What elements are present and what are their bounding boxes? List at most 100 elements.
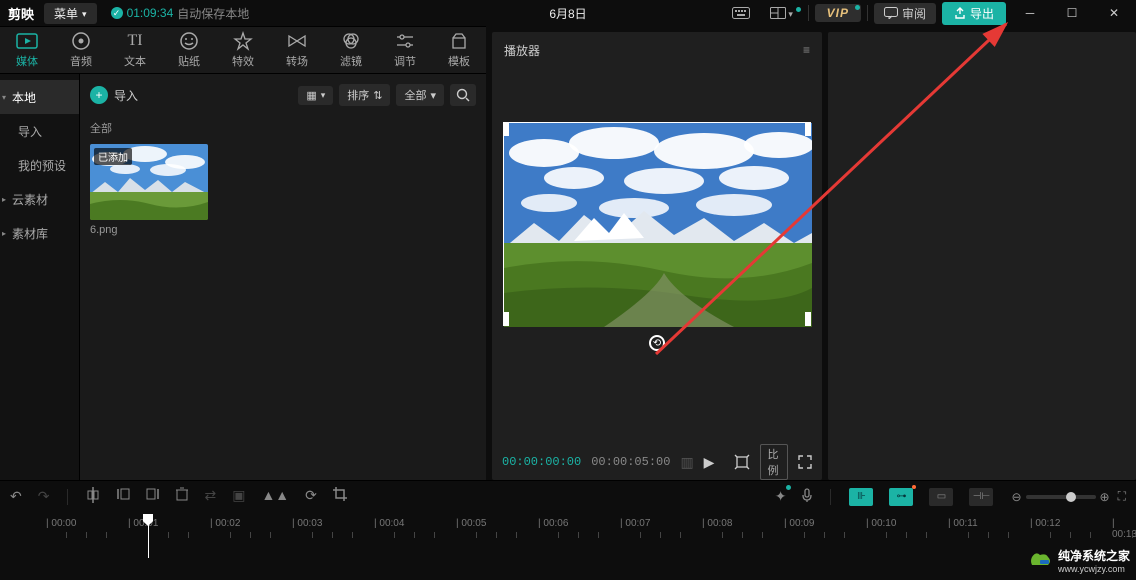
sort-icon: ⇅: [373, 89, 382, 102]
sort-label: 排序: [347, 87, 369, 103]
tab-template[interactable]: 模板: [432, 26, 486, 74]
video-frame[interactable]: ⟲: [503, 122, 811, 326]
play-button[interactable]: ▶: [704, 454, 715, 471]
check-icon: ✓: [111, 7, 123, 19]
view-grid-button[interactable]: ▦: [298, 86, 333, 105]
export-icon: [954, 7, 966, 19]
keyboard-icon[interactable]: [726, 2, 756, 24]
tab-adjust[interactable]: 调节: [378, 26, 432, 74]
sidebar-item-import[interactable]: 导入: [0, 114, 79, 148]
vip-button[interactable]: VIP: [815, 4, 861, 22]
player-viewport[interactable]: ⟲: [492, 68, 822, 444]
autosave-status: ✓ 01:09:34 自动保存本地: [111, 5, 250, 22]
tab-sticker[interactable]: 贴纸: [162, 26, 216, 74]
menu-button[interactable]: 菜单: [44, 3, 97, 24]
tab-label: 文本: [124, 53, 146, 69]
adjust-icon: [393, 31, 417, 51]
titlebar-right: VIP 审阅 导出 ─ ☐ ✕: [726, 1, 1132, 25]
preview-button[interactable]: ▭: [929, 488, 953, 506]
speed-button[interactable]: ▣: [232, 487, 245, 506]
app-brand: 剪映: [4, 4, 38, 23]
redo-button[interactable]: ↷: [38, 488, 50, 505]
sidebar-item-label: 云素材: [12, 191, 48, 208]
ruler-label: | 00:00: [46, 518, 76, 529]
zoom-fit-icon[interactable]: ⛶: [1118, 489, 1126, 504]
filter-icon: ▾: [430, 89, 436, 102]
maximize-button[interactable]: ☐: [1054, 1, 1090, 25]
watermark-url: www.ycwjzy.com: [1058, 564, 1130, 574]
zoom-slider[interactable]: ⊖ ⊕ ⛶: [1011, 489, 1126, 504]
main-row: ▾本地 导入 我的预设 ▸云素材 ▸素材库 + 导入 ▦ 排序⇅ 全部▾ 全部: [0, 74, 486, 480]
export-button[interactable]: 导出: [942, 2, 1006, 25]
import-button[interactable]: +: [90, 86, 108, 104]
delete-button[interactable]: [176, 487, 188, 506]
reverse-button[interactable]: ⇄: [204, 487, 216, 506]
thumbnail-grid: 已添加 6.png: [80, 142, 486, 238]
mirror-button[interactable]: ▲▲: [261, 487, 289, 506]
ruler-label: | 00:04: [374, 518, 404, 529]
ratio-button[interactable]: 比例: [760, 444, 788, 480]
sidebar-item-presets[interactable]: 我的预设: [0, 148, 79, 182]
sort-button[interactable]: 排序 ⇅: [339, 84, 390, 106]
search-button[interactable]: [450, 84, 476, 106]
minimize-button[interactable]: ─: [1012, 1, 1048, 25]
project-title: 6月8日: [549, 5, 586, 22]
player-controls: 00:00:00:00 00:00:05:00 ▥ ▶ 比例: [492, 444, 822, 480]
playhead[interactable]: [148, 514, 149, 558]
ai-button[interactable]: ✦: [775, 488, 787, 505]
resize-handle-tr[interactable]: [805, 122, 811, 136]
filter-button[interactable]: 全部▾: [396, 84, 444, 106]
magnet-on-button[interactable]: ⊪: [849, 488, 873, 506]
tab-filter[interactable]: 滤镜: [324, 26, 378, 74]
resize-handle-tl[interactable]: [503, 122, 509, 136]
media-toolbar: + 导入 ▦ 排序⇅ 全部▾: [80, 74, 486, 116]
transition-icon: [285, 31, 309, 51]
filter-icon: [339, 31, 363, 51]
fullscreen-icon[interactable]: [798, 455, 812, 469]
current-time: 00:00:00:00: [502, 455, 581, 469]
tab-effect[interactable]: 特效: [216, 26, 270, 74]
review-button[interactable]: 审阅: [874, 3, 936, 24]
undo-button[interactable]: ↶: [10, 488, 22, 505]
sidebar-item-label: 导入: [18, 123, 42, 140]
media-thumbnail[interactable]: 已添加 6.png: [90, 144, 208, 236]
player-menu-icon[interactable]: ≡: [803, 43, 810, 57]
slider-knob[interactable]: [1066, 492, 1076, 502]
compare-icon[interactable]: ▥: [680, 454, 693, 471]
zoom-out-icon[interactable]: ⊖: [1011, 490, 1021, 504]
tab-text[interactable]: TI文本: [108, 26, 162, 74]
zoom-in-icon[interactable]: ⊕: [1100, 490, 1110, 504]
close-button[interactable]: ✕: [1096, 1, 1132, 25]
sidebar-item-local[interactable]: ▾本地: [0, 80, 79, 114]
slider-track[interactable]: [1026, 495, 1096, 499]
ruler-label: | 00:08: [702, 518, 732, 529]
timeline[interactable]: | 00:00| 00:01| 00:02| 00:03| 00:04| 00:…: [0, 512, 1136, 560]
player-header: 播放器 ≡: [492, 32, 822, 68]
split-button[interactable]: [86, 487, 100, 506]
template-icon: [447, 31, 471, 51]
ruler: | 00:00| 00:01| 00:02| 00:03| 00:04| 00:…: [0, 518, 1136, 532]
chevron-right-icon: ▸: [2, 195, 6, 204]
resize-handle-bl[interactable]: [503, 312, 509, 326]
link-on-button[interactable]: ⊶: [889, 488, 913, 506]
thumbnail-name: 6.png: [90, 224, 208, 236]
snapshot-icon[interactable]: [734, 454, 750, 470]
grid-icon: ▦: [306, 89, 316, 102]
layout-dropdown[interactable]: [762, 6, 802, 20]
resize-handle-br[interactable]: [805, 312, 811, 326]
tab-audio[interactable]: 音频: [54, 26, 108, 74]
delete-left-button[interactable]: [116, 487, 130, 506]
crop-button[interactable]: [333, 487, 347, 506]
rotate-handle[interactable]: ⟲: [649, 335, 665, 351]
tab-transition[interactable]: 转场: [270, 26, 324, 74]
chevron-down-icon: ▾: [2, 93, 6, 102]
sidebar: ▾本地 导入 我的预设 ▸ 云素材 ▸素材库: [0, 74, 80, 480]
sidebar-item-library[interactable]: ▸素材库: [0, 216, 79, 250]
rotate-button[interactable]: ⟳: [305, 487, 317, 506]
align-button[interactable]: ⊣⊢: [969, 488, 993, 506]
tab-label: 音频: [70, 53, 92, 69]
tab-media[interactable]: 媒体: [0, 26, 54, 74]
mic-button[interactable]: [802, 488, 812, 505]
delete-right-button[interactable]: [146, 487, 160, 506]
sidebar-item-cloud[interactable]: ▸ 云素材: [0, 182, 79, 216]
